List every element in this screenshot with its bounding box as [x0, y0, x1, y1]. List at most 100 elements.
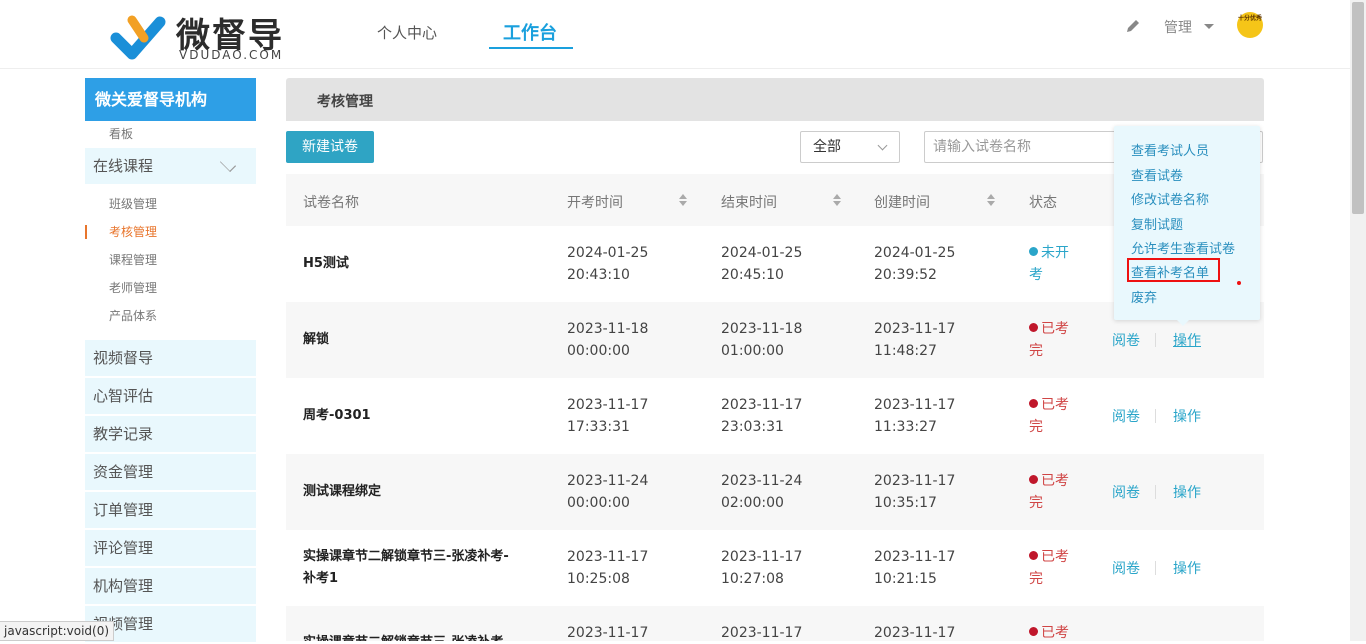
end-clock: 01:00:00 [721, 343, 784, 359]
sidebar-item-dashboard[interactable]: 看板 [85, 121, 256, 148]
status-text: 未开 [1041, 245, 1069, 261]
read-paper-link[interactable]: 阅卷 [1112, 482, 1140, 502]
end-clock: 10:27:08 [721, 571, 784, 587]
nav-workbench[interactable]: 工作台 [503, 19, 557, 45]
menu-item-rename-paper[interactable]: 修改试卷名称 [1131, 189, 1209, 208]
menu-item-allow-view-paper[interactable]: 允许考生查看试卷 [1131, 238, 1235, 257]
top-header: 微督导 VDUDAO.COM 个人中心 工作台 管理 十分优秀 [0, 0, 1350, 69]
start-clock: 00:00:00 [567, 495, 630, 511]
status-filter-select[interactable]: 全部 [800, 131, 900, 163]
end-date: 2023-11-17 [721, 549, 803, 565]
read-paper-link[interactable]: 阅卷 [1112, 330, 1140, 350]
end-time: 2023-11-24 02:00:00 [721, 470, 802, 514]
created-date: 2023-11-17 [874, 625, 956, 641]
start-date: 2023-11-24 [567, 473, 649, 489]
created-clock: 20:39:52 [874, 267, 937, 283]
operation-link[interactable]: 操作 [1173, 558, 1201, 578]
column-header-status: 状态 [1029, 195, 1057, 211]
logo-mark-icon [110, 15, 166, 60]
start-clock: 20:43:10 [567, 267, 630, 283]
end-time: 2023-11-17 23:03:31 [721, 394, 802, 438]
start-time: 2023-11-18 00:00:00 [567, 318, 648, 362]
start-time: 2024-01-25 20:43:10 [567, 242, 648, 286]
page-title: 考核管理 [317, 94, 373, 110]
logo[interactable]: 微督导 VDUDAO.COM [110, 8, 290, 64]
scrollbar-thumb[interactable] [1352, 2, 1364, 214]
sidebar-item-funds[interactable]: 资金管理 [85, 454, 256, 490]
sidebar-item-mind-assessment[interactable]: 心智评估 [85, 378, 256, 414]
column-header-created[interactable]: 创建时间 [874, 192, 930, 212]
created-time: 2023-11-17 [874, 622, 955, 641]
start-time: 2023-11-24 00:00:00 [567, 470, 648, 514]
exam-name-line1: 实操课章节二解锁章节三-张凌补考- [303, 549, 509, 564]
new-exam-button[interactable]: 新建试卷 [286, 131, 374, 163]
sidebar-group-online-course[interactable]: 在线课程 [85, 148, 256, 184]
nav-personal-center[interactable]: 个人中心 [377, 22, 437, 43]
status-dot-icon [1029, 323, 1038, 332]
status-filter-value: 全部 [813, 139, 841, 155]
status-text: 已考 [1041, 321, 1069, 337]
end-date: 2023-11-18 [721, 321, 803, 337]
table-row: 测试课程绑定 2023-11-24 00:00:00 2023-11-24 02:0… [286, 454, 1264, 530]
start-date: 2023-11-17 [567, 549, 649, 565]
exam-name: H5测试 [303, 256, 349, 271]
sidebar-item-exam-management[interactable]: 考核管理 [85, 218, 256, 246]
sort-icon[interactable] [987, 194, 995, 206]
column-header-end[interactable]: 结束时间 [721, 192, 777, 212]
sidebar-item-institution[interactable]: 机构管理 [85, 568, 256, 604]
menu-item-copy-questions[interactable]: 复制试题 [1131, 214, 1183, 233]
action-divider [1155, 409, 1156, 423]
action-divider [1155, 485, 1156, 499]
created-clock: 10:35:17 [874, 495, 937, 511]
created-time: 2023-11-17 11:48:27 [874, 318, 955, 362]
end-time: 2023-11-17 [721, 622, 802, 641]
operation-link[interactable]: 操作 [1173, 482, 1201, 502]
status-text-2: 考 [1029, 267, 1043, 283]
exam-name: 实操课章节二解锁章节三-张凌补考- [303, 632, 543, 641]
start-date: 2023-11-17 [567, 625, 649, 641]
table-row: 实操课章节二解锁章节三-张凌补考- 补考1 2023-11-17 10:25:08 … [286, 530, 1264, 606]
sidebar-item-course-management[interactable]: 课程管理 [85, 246, 256, 274]
menu-item-view-examinees[interactable]: 查看考试人员 [1131, 140, 1209, 159]
caret-down-icon[interactable] [1204, 24, 1214, 29]
status-text-2: 完 [1029, 495, 1043, 511]
admin-menu[interactable]: 管理 [1164, 17, 1192, 37]
sort-icon[interactable] [833, 194, 841, 206]
page-scrollbar[interactable] [1350, 0, 1366, 641]
operation-link[interactable]: 操作 [1173, 330, 1201, 350]
menu-item-view-paper[interactable]: 查看试卷 [1131, 165, 1183, 184]
sidebar-item-class-management[interactable]: 班级管理 [85, 190, 256, 218]
read-paper-link[interactable]: 阅卷 [1112, 558, 1140, 578]
sort-icon[interactable] [679, 194, 687, 206]
action-divider [1155, 333, 1156, 347]
end-time: 2023-11-17 10:27:08 [721, 546, 802, 590]
end-date: 2023-11-17 [721, 625, 803, 641]
status-text-2: 完 [1029, 419, 1043, 435]
browser-status-bar: javascript:void(0) [0, 621, 115, 641]
menu-item-discard[interactable]: 废弃 [1131, 287, 1157, 306]
end-clock: 23:03:31 [721, 419, 784, 435]
status-text: 已考 [1041, 473, 1069, 489]
status-badge: 已考 [1029, 622, 1079, 641]
end-clock: 02:00:00 [721, 495, 784, 511]
sidebar-item-product-system[interactable]: 产品体系 [85, 302, 256, 330]
column-header-start[interactable]: 开考时间 [567, 192, 623, 212]
sidebar-item-teaching-records[interactable]: 教学记录 [85, 416, 256, 452]
operation-link[interactable]: 操作 [1173, 406, 1201, 426]
read-paper-link[interactable]: 阅卷 [1112, 406, 1140, 426]
created-clock: 11:33:27 [874, 419, 937, 435]
cursor-marker [1237, 281, 1241, 285]
status-text-2: 完 [1029, 571, 1043, 587]
sidebar-group-label: 在线课程 [93, 157, 154, 175]
table-row: 周考-0301 2023-11-17 17:33:31 2023-11-17 23:… [286, 378, 1264, 454]
sidebar-item-orders[interactable]: 订单管理 [85, 492, 256, 528]
nav-active-underline [489, 47, 573, 49]
created-time: 2023-11-17 10:35:17 [874, 470, 955, 514]
exam-name: 实操课章节二解锁章节三-张凌补考- 补考1 [303, 546, 543, 590]
sidebar-item-video-supervision[interactable]: 视频督导 [85, 340, 256, 376]
sidebar-item-teacher-management[interactable]: 老师管理 [85, 274, 256, 302]
org-title[interactable]: 微关爱督导机构 [85, 78, 256, 121]
avatar[interactable]: 十分优秀 [1237, 12, 1263, 38]
sidebar-item-comments[interactable]: 评论管理 [85, 530, 256, 566]
pencil-icon[interactable] [1124, 17, 1142, 35]
